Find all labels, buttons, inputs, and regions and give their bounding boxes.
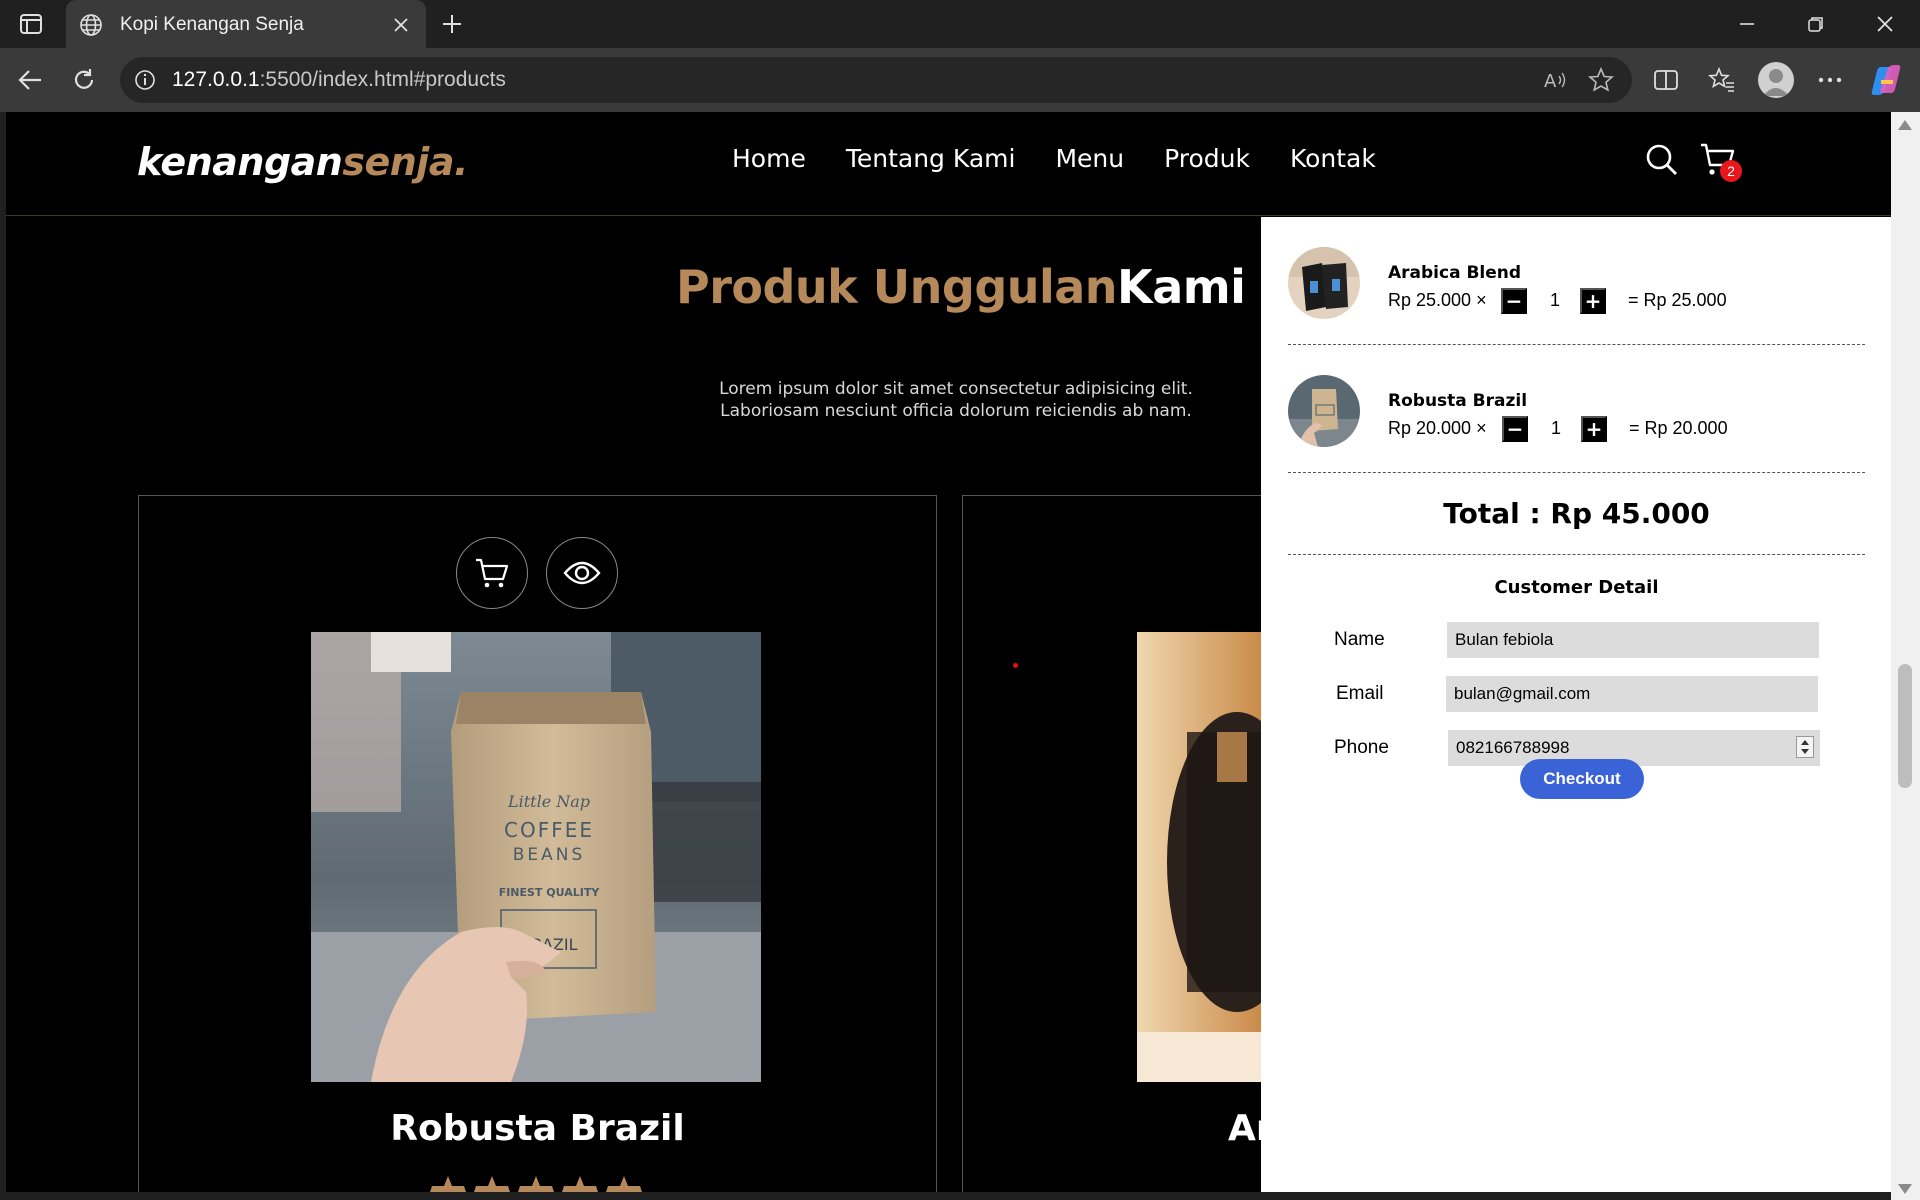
nav-home[interactable]: Home — [732, 144, 806, 173]
cart-item-subtotal: = Rp 20.000 — [1629, 418, 1728, 438]
checkout-button[interactable]: Checkout — [1520, 759, 1644, 799]
scroll-up-icon[interactable] — [1898, 120, 1912, 130]
main-menu: Home Tentang Kami Menu Produk Kontak — [732, 144, 1376, 173]
browser-toolbar: 127.0.0.1:5500/index.html#products A — [0, 48, 1920, 112]
name-input[interactable]: Bulan febiola — [1447, 622, 1819, 658]
view-detail-button[interactable] — [546, 537, 618, 609]
url-text: 127.0.0.1:5500/index.html#products — [172, 68, 506, 91]
cart-item-price: Rp 25.000 × — [1388, 290, 1487, 310]
cart-item-subtotal: = Rp 25.000 — [1628, 290, 1727, 310]
increase-quantity-button[interactable]: + — [1580, 288, 1606, 314]
scroll-down-icon[interactable] — [1898, 1184, 1912, 1194]
decrease-quantity-button[interactable]: − — [1501, 288, 1527, 314]
decrease-quantity-button[interactable]: − — [1502, 416, 1528, 442]
page-viewport: kenangansenja. Home Tentang Kami Menu Pr… — [6, 112, 1891, 1192]
phone-value: 082166788998 — [1456, 738, 1570, 757]
read-aloud-icon[interactable]: A — [1540, 65, 1570, 95]
nav-tentang-kami[interactable]: Tentang Kami — [846, 144, 1016, 173]
product-image-robusta-brazil: Little Nap COFFEE BEANS FINEST QUALITY B… — [311, 632, 761, 1082]
cart-item: Robusta Brazil Rp 20.000 × − 1 + = Rp 20… — [1288, 345, 1865, 473]
section-title: Produk UnggulanKami — [676, 260, 1246, 314]
phone-input[interactable]: 082166788998 — [1448, 730, 1820, 766]
page-scrollbar[interactable] — [1891, 112, 1920, 1200]
svg-text:FINEST QUALITY: FINEST QUALITY — [499, 886, 601, 899]
cart-item-price: Rp 20.000 × — [1388, 418, 1487, 438]
star-icon — [562, 1176, 598, 1192]
scrollbar-thumb[interactable] — [1898, 664, 1912, 788]
cart-total: Total : Rp 45.000 — [1288, 473, 1865, 555]
browser-titlebar: Kopi Kenangan Senja — [0, 0, 1920, 50]
svg-text:A: A — [1544, 71, 1557, 92]
svg-text:BEANS: BEANS — [513, 845, 586, 865]
cart-item: Arabica Blend Rp 25.000 × − 1 + = Rp 25.… — [1288, 217, 1865, 345]
site-info-icon[interactable] — [132, 67, 158, 93]
new-tab-icon[interactable] — [434, 6, 470, 42]
copilot-icon[interactable] — [1866, 62, 1906, 98]
nav-produk[interactable]: Produk — [1164, 144, 1250, 173]
email-label: Email — [1336, 683, 1384, 704]
cursor-dot — [1013, 663, 1018, 668]
star-icon — [430, 1176, 466, 1192]
address-bar[interactable]: 127.0.0.1:5500/index.html#products A — [120, 57, 1632, 103]
svg-text:COFFEE: COFFEE — [504, 818, 594, 842]
tab-close-icon[interactable] — [384, 8, 418, 42]
cart-item-name: Arabica Blend — [1388, 263, 1522, 283]
favorites-icon[interactable] — [1702, 62, 1742, 98]
nav-menu[interactable]: Menu — [1055, 144, 1124, 173]
restore-icon[interactable] — [1786, 4, 1846, 44]
back-icon[interactable] — [10, 60, 50, 100]
number-spinner[interactable] — [1796, 736, 1814, 758]
more-menu-icon[interactable] — [1810, 62, 1850, 98]
shopping-cart-drawer: Arabica Blend Rp 25.000 × − 1 + = Rp 25.… — [1261, 217, 1891, 1192]
add-to-cart-button[interactable] — [456, 537, 528, 609]
svg-text:Little Nap: Little Nap — [507, 792, 590, 811]
globe-icon — [78, 12, 104, 38]
phone-label: Phone — [1334, 737, 1389, 758]
minimize-icon[interactable] — [1717, 4, 1777, 44]
email-input[interactable]: bulan@gmail.com — [1446, 676, 1818, 712]
nav-kontak[interactable]: Kontak — [1290, 144, 1376, 173]
cart-item-thumbnail — [1288, 375, 1360, 447]
section-description: Lorem ipsum dolor sit amet consectetur a… — [719, 379, 1193, 421]
cart-item-quantity: 1 — [1550, 418, 1561, 438]
profile-avatar[interactable] — [1758, 62, 1794, 98]
product-name: Robusta Brazil — [390, 1108, 685, 1149]
refresh-icon[interactable] — [64, 60, 104, 100]
product-image-arabica-partial — [1137, 632, 1262, 1082]
star-icon — [606, 1176, 642, 1192]
cart-count-badge: 2 — [1720, 160, 1742, 182]
name-label: Name — [1334, 629, 1385, 650]
cart-item-quantity: 1 — [1549, 290, 1560, 310]
cart-item-thumbnail — [1288, 247, 1360, 319]
window-close-icon[interactable] — [1855, 4, 1915, 44]
star-icon — [474, 1176, 510, 1192]
star-icon — [518, 1176, 554, 1192]
split-screen-icon[interactable] — [1646, 62, 1686, 98]
customer-detail-title: Customer Detail — [1494, 577, 1659, 598]
cart-item-name: Robusta Brazil — [1388, 391, 1528, 411]
rating-stars — [430, 1176, 642, 1192]
site-navbar: kenangansenja. Home Tentang Kami Menu Pr… — [6, 112, 1891, 216]
site-logo[interactable]: kenangansenja. — [137, 140, 468, 184]
increase-quantity-button[interactable]: + — [1581, 416, 1607, 442]
search-icon[interactable] — [1642, 140, 1682, 180]
tab-actions-icon[interactable] — [14, 11, 48, 37]
browser-tab[interactable]: Kopi Kenangan Senja — [66, 0, 426, 50]
favorite-star-icon[interactable] — [1586, 65, 1616, 95]
tab-title: Kopi Kenangan Senja — [120, 14, 304, 35]
